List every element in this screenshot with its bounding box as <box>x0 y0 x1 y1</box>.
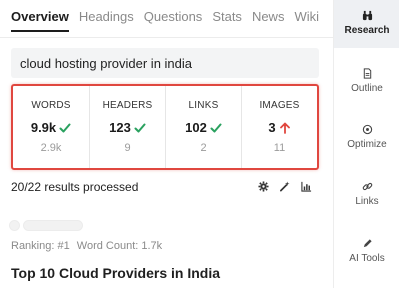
checkmark-icon <box>59 123 71 132</box>
target-icon <box>362 124 372 135</box>
tab-overview[interactable]: Overview <box>11 9 69 32</box>
tab-bar: Overview Headings Questions Stats News W… <box>11 9 329 32</box>
pen-icon <box>363 239 372 248</box>
chart-button[interactable] <box>297 177 315 195</box>
stat-value-text: 123 <box>109 120 131 135</box>
word-count-text: Word Count: 1.7k <box>76 240 163 252</box>
result-favicon-placeholder <box>9 220 83 231</box>
rail-links[interactable]: Links <box>334 181 399 207</box>
checkmark-icon <box>210 123 222 132</box>
tab-headings[interactable]: Headings <box>79 9 134 24</box>
result-meta: Ranking: #1 Word Count: 1.7k <box>11 240 162 252</box>
stat-words: WORDS 9.9k 2.9k <box>13 86 89 168</box>
magic-button[interactable] <box>275 177 293 195</box>
rail-label: Outline <box>351 83 383 94</box>
stat-value: 102 <box>166 120 241 135</box>
chart-icon <box>300 181 311 192</box>
favicon-placeholder <box>9 220 20 231</box>
right-rail: Research Outline Optimize Links AI Tools <box>333 0 399 288</box>
binoculars-icon <box>362 10 372 21</box>
stat-headers: HEADERS 123 9 <box>89 86 165 168</box>
tab-wiki[interactable]: Wiki <box>294 9 319 24</box>
document-icon <box>363 68 371 79</box>
tab-divider <box>0 37 333 38</box>
rail-label: Research <box>344 25 390 36</box>
stat-label: IMAGES <box>259 100 300 111</box>
rail-label: Links <box>355 196 379 207</box>
stat-label: WORDS <box>31 100 71 111</box>
keyword-input[interactable]: cloud hosting provider in india <box>11 48 319 78</box>
main-panel: Overview Headings Questions Stats News W… <box>0 0 333 288</box>
rail-ai-tools[interactable]: AI Tools <box>334 238 399 264</box>
stat-value: 123 <box>90 120 165 135</box>
wand-icon <box>279 180 290 191</box>
rail-outline[interactable]: Outline <box>334 68 399 94</box>
stat-images: IMAGES 3 11 <box>241 86 317 168</box>
settings-button[interactable] <box>254 177 272 195</box>
tab-news[interactable]: News <box>252 9 285 24</box>
stat-target: 9 <box>124 142 131 154</box>
checkmark-icon <box>134 123 146 132</box>
stat-value-text: 102 <box>185 120 207 135</box>
tab-stats[interactable]: Stats <box>212 9 242 24</box>
stat-label: LINKS <box>188 100 219 111</box>
stat-links: LINKS 102 2 <box>165 86 241 168</box>
tab-questions[interactable]: Questions <box>144 9 203 24</box>
stat-value-text: 9.9k <box>30 120 57 135</box>
stat-value: 3 <box>242 120 317 135</box>
rail-label: AI Tools <box>349 253 385 264</box>
link-icon <box>362 182 372 191</box>
arrow-up-icon <box>279 122 290 134</box>
stat-target: 2.9k <box>40 142 62 154</box>
result-title-link[interactable]: Top 10 Cloud Providers in India <box>11 265 220 281</box>
stats-summary: WORDS 9.9k 2.9k HEADERS 123 9 LINKS 102 … <box>11 84 319 170</box>
ranking-text: Ranking: #1 <box>11 240 70 252</box>
stat-value-text: 3 <box>268 120 276 135</box>
url-placeholder <box>23 220 83 231</box>
stat-label: HEADERS <box>102 100 153 111</box>
stat-target: 2 <box>200 142 207 154</box>
stat-target: 11 <box>273 142 286 154</box>
rail-optimize[interactable]: Optimize <box>334 124 399 150</box>
rail-research[interactable]: Research <box>334 0 399 48</box>
stat-value: 9.9k <box>13 120 89 135</box>
gear-icon <box>257 180 269 192</box>
rail-label: Optimize <box>347 139 387 150</box>
processed-status: 20/22 results processed <box>11 180 139 194</box>
